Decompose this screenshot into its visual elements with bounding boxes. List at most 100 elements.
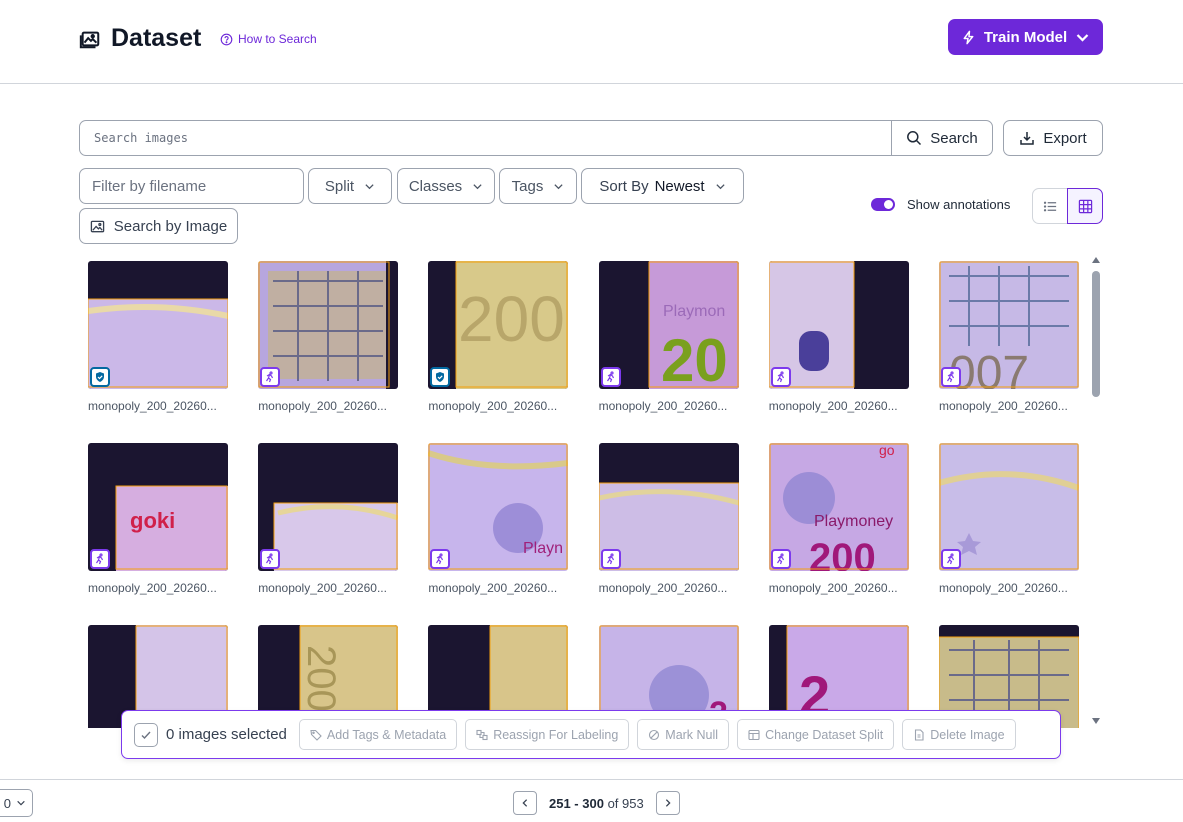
image-tile[interactable]: monopoly_200_20260... [768,261,909,413]
per-page-select[interactable]: 0 [0,789,33,817]
image-thumbnail[interactable]: Playmoney 200 go [768,443,909,571]
change-split-label: Change Dataset Split [765,727,884,742]
reassign-labeling-button[interactable]: Reassign For Labeling [465,719,630,750]
add-tags-label: Add Tags & Metadata [326,727,447,742]
image-thumbnail[interactable] [88,261,228,389]
chevron-down-icon [473,183,482,189]
scroll-thumb[interactable] [1092,271,1100,397]
image-filename: monopoly_200_20260... [598,581,728,595]
sort-dropdown[interactable]: Sort By Newest [581,168,744,204]
image-icon [79,31,100,48]
shield-icon [96,372,104,382]
image-tile[interactable]: monopoly_200_20260... [939,443,1079,595]
image-thumbnail[interactable]: Playn [428,443,569,571]
search-by-image-button[interactable]: Search by Image [79,208,238,244]
shield-icon [436,372,445,382]
filename-filter-input[interactable] [80,177,303,195]
search-button[interactable]: Search [891,121,992,155]
show-annotations-label: Show annotations [907,197,1011,212]
search-input[interactable] [80,121,891,155]
image-thumbnail[interactable]: 200 [428,261,569,389]
pager: 251 - 300 of 953 [513,791,680,815]
image-filename: monopoly_200_20260... [939,399,1068,413]
chevron-down-icon [554,183,563,189]
grid-scrollbar[interactable] [1091,257,1101,724]
image-tile[interactable]: monopoly_200_20260... [258,261,399,413]
image-thumbnail[interactable] [598,443,739,571]
image-filename: monopoly_200_20260... [88,399,217,413]
run-icon [776,553,784,565]
image-thumbnail[interactable]: 20 Playmon [598,261,739,389]
change-split-button[interactable]: Change Dataset Split [737,719,895,750]
train-model-label: Train Model [983,28,1068,46]
chevron-right-icon [665,799,671,807]
delete-image-label: Delete Image [930,727,1005,742]
split-label: Split [324,177,355,195]
svg-text:goki: goki [130,508,175,533]
image-tile[interactable]: 20 Playmon monopoly_200_20260... [598,261,739,413]
classes-dropdown[interactable]: Classes [397,168,495,204]
image-filename: monopoly_200_20260... [939,581,1068,595]
annotation-status-badge [941,367,961,387]
image-tile[interactable]: 007 monopoly_200_20260... [939,261,1079,413]
image-tile[interactable]: Playn monopoly_200_20260... [428,443,569,595]
null-icon [649,729,660,740]
mark-null-button[interactable]: Mark Null [637,719,730,750]
lightning-icon [963,30,974,44]
image-thumbnail[interactable] [768,261,909,389]
scroll-up-arrow[interactable] [1092,257,1100,263]
image-thumbnail[interactable] [258,261,399,389]
run-icon [266,371,274,383]
image-tile[interactable]: monopoly_200_20260... [598,443,739,595]
toggle-switch[interactable] [871,198,895,211]
show-annotations-toggle[interactable]: Show annotations [871,197,1010,212]
svg-text:200: 200 [299,645,343,712]
image-icon [90,220,105,232]
run-icon [947,553,955,565]
image-thumbnail[interactable] [939,443,1079,571]
previous-page-button[interactable] [513,791,537,815]
image-thumbnail[interactable] [258,443,399,571]
image-filename: monopoly_200_20260... [258,399,387,413]
image-tile[interactable]: monopoly_200_20260... [88,261,228,413]
annotation-status-badge [770,549,791,569]
image-filename: monopoly_200_20260... [768,399,898,413]
svg-text:007: 007 [949,347,1029,389]
per-page-value: 0 [3,795,11,811]
image-filename: monopoly_200_20260... [768,581,898,595]
page-of: of [607,795,619,811]
delete-image-button[interactable]: Delete Image [902,719,1016,750]
image-thumbnail[interactable]: 007 [939,261,1079,389]
image-thumbnail[interactable]: goki [88,443,228,571]
next-page-button[interactable] [655,791,680,815]
svg-text:Playmoney: Playmoney [814,513,893,530]
reassign-label: Reassign For Labeling [493,727,619,742]
split-icon [748,729,760,740]
image-filename: monopoly_200_20260... [258,581,387,595]
grid-view-button[interactable] [1067,188,1103,224]
image-tile[interactable]: Playmoney 200 go monopoly_200_20260... [768,443,909,595]
run-icon [96,553,104,565]
tags-dropdown[interactable]: Tags [499,168,577,204]
search-box: Search [79,120,993,156]
annotation-status-badge [260,549,281,569]
add-tags-button[interactable]: Add Tags & Metadata [298,719,458,750]
run-icon [776,371,784,383]
image-tile[interactable]: 200 monopoly_200_20260... [428,261,569,413]
run-icon [606,371,614,383]
train-model-button[interactable]: Train Model [948,19,1103,55]
image-grid: monopoly_200_20260... monopoly_200_20260.… [88,261,1086,728]
select-all-checkbox[interactable] [134,722,158,747]
mark-null-label: Mark Null [665,727,719,742]
image-tile[interactable]: monopoly_200_20260... [258,443,399,595]
how-to-search-link[interactable]: How to Search [220,32,317,46]
run-icon [606,553,614,565]
split-dropdown[interactable]: Split [308,168,392,204]
list-view-button[interactable] [1032,188,1068,224]
page-info: 251 - 300 of 953 [549,796,644,811]
scroll-down-arrow[interactable] [1092,718,1100,724]
image-tile[interactable]: goki monopoly_200_20260... [88,443,228,595]
filename-filter [79,168,304,204]
svg-text:200: 200 [458,283,565,355]
export-button[interactable]: Export [1003,120,1103,156]
